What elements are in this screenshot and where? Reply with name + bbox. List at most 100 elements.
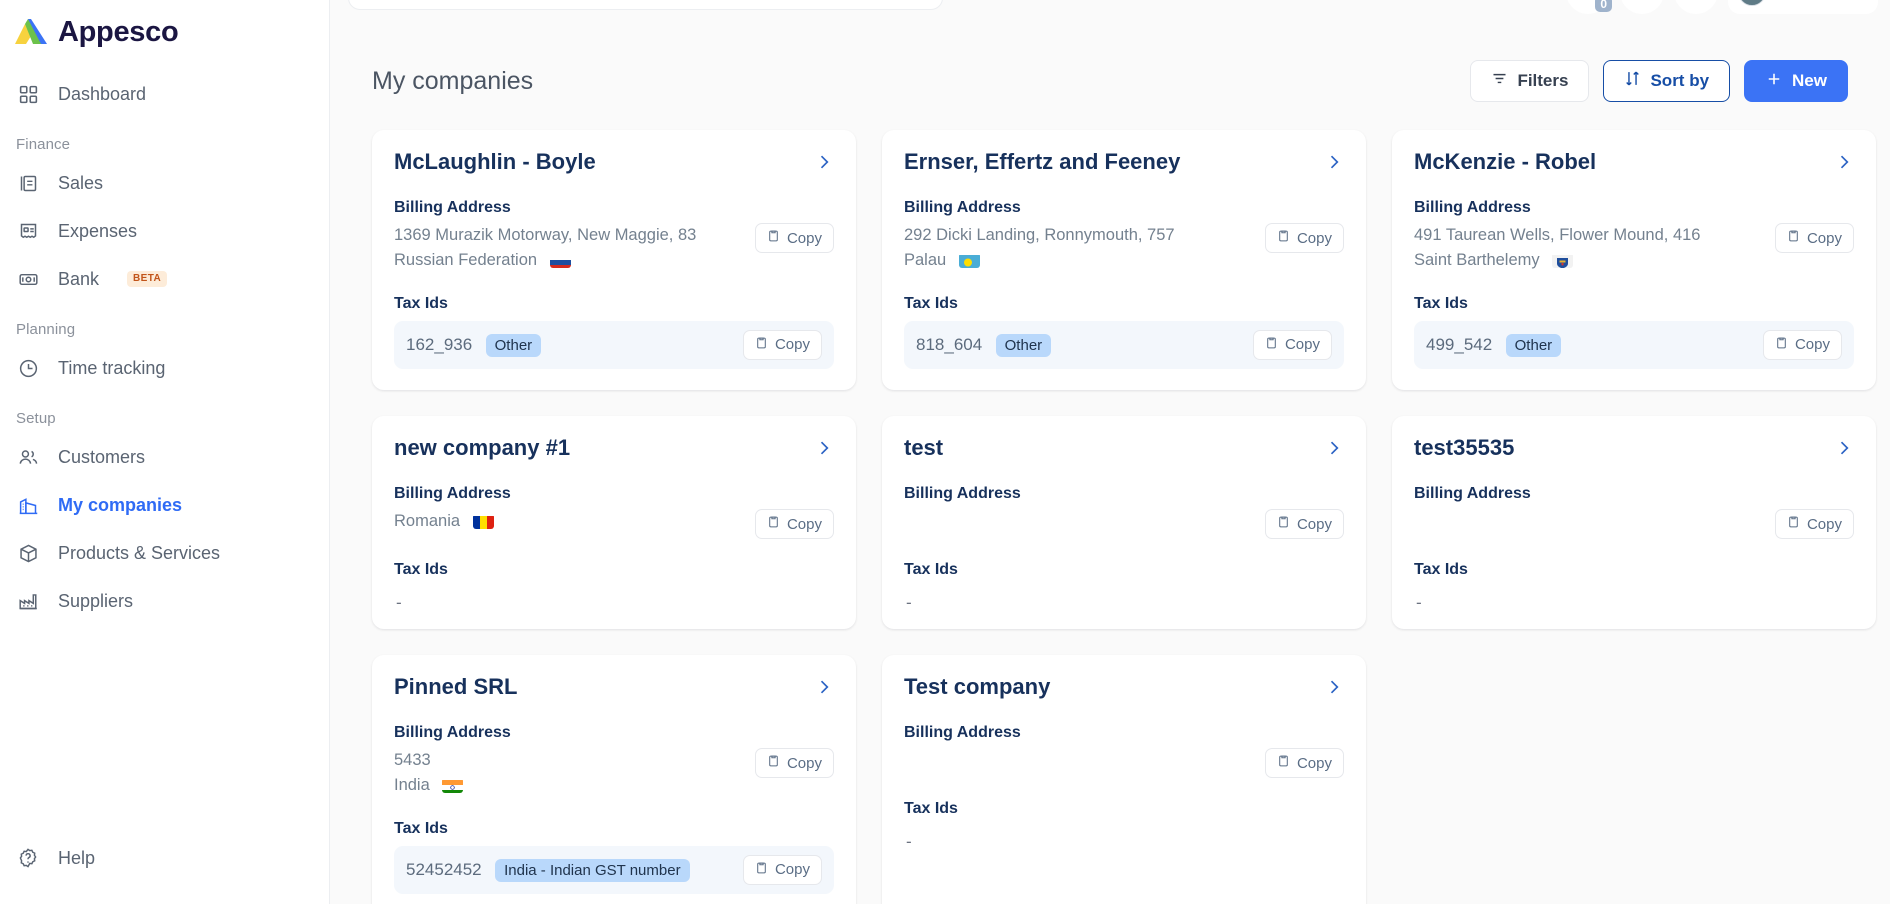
filters-button[interactable]: Filters — [1470, 60, 1590, 102]
company-card[interactable]: new company #1 Billing Address Romania C… — [372, 416, 856, 629]
card-header: Pinned SRL — [394, 673, 834, 702]
brand[interactable]: Appesco — [0, 0, 329, 56]
company-name: McKenzie - Robel — [1414, 149, 1597, 174]
billing-address-row: 5433 India Copy — [394, 748, 834, 798]
tax-id-info: 162_936 Other — [406, 333, 542, 357]
billing-address-row: 491 Taurean Wells, Flower Mound, 416 Sai… — [1414, 223, 1854, 273]
content: My companies Filters Sort by New McLaugh… — [330, 30, 1890, 904]
sidebar-item-label: Help — [58, 847, 96, 868]
tax-type-badge: Other — [995, 333, 1052, 357]
company-card[interactable]: Test company Billing Address Copy Tax Id… — [882, 655, 1366, 904]
banknote-icon — [16, 267, 40, 291]
sidebar-nav: Dashboard Finance Sales Expenses Bank BE… — [0, 56, 329, 625]
billing-address-label: Billing Address — [904, 724, 1021, 741]
sort-by-button[interactable]: Sort by — [1603, 60, 1731, 102]
copy-address-button[interactable]: Copy — [1264, 223, 1344, 253]
sidebar-item-label: Expenses — [58, 220, 138, 241]
sidebar-item-help[interactable]: Help — [0, 834, 329, 882]
card-header: test35535 — [1414, 434, 1854, 463]
sidebar-item-sales[interactable]: Sales — [0, 159, 329, 207]
copy-label: Copy — [786, 515, 822, 533]
brand-name: Appesco — [58, 15, 179, 48]
flag-icon-ru — [549, 253, 571, 268]
company-card[interactable]: Ernser, Effertz and Feeney Billing Addre… — [882, 130, 1366, 390]
tax-ids-label: Tax Ids — [904, 561, 958, 578]
sidebar-item-label: Dashboard — [58, 83, 147, 104]
copy-tax-id-button[interactable]: Copy — [1762, 329, 1842, 360]
copy-tax-id-button[interactable]: Copy — [742, 329, 822, 360]
card-header: McKenzie - Robel — [1414, 148, 1854, 177]
copy-address-button[interactable]: Copy — [1264, 509, 1344, 539]
address-line1: 1369 Murazik Motorway, New Maggie, 83 — [394, 226, 697, 244]
clipboard-icon — [755, 861, 768, 879]
flag-icon-ro — [472, 514, 494, 529]
company-card[interactable]: Pinned SRL Billing Address 5433 India Co… — [372, 655, 856, 904]
address-line1: 5433 — [394, 751, 431, 769]
chevron-right-icon[interactable] — [1324, 434, 1344, 463]
chevron-right-icon[interactable] — [814, 673, 834, 702]
clock-icon — [16, 356, 40, 380]
search-input[interactable] — [348, 0, 943, 10]
sidebar-item-label: Sales — [58, 172, 104, 193]
sidebar-item-bank[interactable]: Bank BETA — [0, 255, 329, 303]
tasks-button[interactable] — [1620, 0, 1664, 14]
main-area: 0 test — [330, 0, 1890, 904]
factory-icon — [16, 589, 40, 613]
company-card[interactable]: test Billing Address Copy Tax Ids - — [882, 416, 1366, 629]
notification-count-badge: 0 — [1595, 0, 1612, 12]
tax-id-value: 818_604 — [916, 334, 983, 354]
new-label: New — [1792, 71, 1827, 90]
sidebar-item-customers[interactable]: Customers — [0, 433, 329, 481]
copy-tax-id-button[interactable]: Copy — [742, 854, 822, 885]
copy-address-button[interactable]: Copy — [754, 748, 834, 778]
company-card[interactable]: McKenzie - Robel Billing Address 491 Tau… — [1392, 130, 1876, 390]
avatar — [1738, 0, 1766, 6]
address-line1: 292 Dicki Landing, Ronnymouth, 757 — [904, 226, 1175, 244]
billing-address-value: 1369 Murazik Motorway, New Maggie, 83 Ru… — [394, 223, 696, 273]
copy-address-button[interactable]: Copy — [1264, 748, 1344, 778]
chevron-right-icon[interactable] — [1834, 434, 1854, 463]
copy-address-button[interactable]: Copy — [1774, 223, 1854, 253]
notifications-button[interactable]: 0 — [1566, 0, 1612, 14]
billing-address-row: Copy — [1414, 509, 1854, 539]
company-name: Test company — [904, 674, 1051, 699]
company-name: McLaughlin - Boyle — [394, 149, 596, 174]
card-header: Test company — [904, 673, 1344, 702]
sidebar-item-suppliers[interactable]: Suppliers — [0, 577, 329, 625]
sidebar-item-dashboard[interactable]: Dashboard — [0, 70, 329, 118]
address-line1: 491 Taurean Wells, Flower Mound, 416 — [1414, 226, 1701, 244]
company-card[interactable]: McLaughlin - Boyle Billing Address 1369 … — [372, 130, 856, 390]
chevron-right-icon[interactable] — [1834, 148, 1854, 177]
tax-id-info: 499_542 Other — [1426, 333, 1562, 357]
collapse-button[interactable] — [1674, 0, 1718, 14]
tax-ids-empty: - — [1416, 593, 1422, 612]
tax-ids-label: Tax Ids — [394, 294, 448, 312]
building-icon — [16, 493, 40, 517]
sidebar-help-wrap: Help — [0, 834, 329, 882]
tax-id-info: 818_604 Other — [916, 333, 1052, 357]
copy-address-button[interactable]: Copy — [754, 509, 834, 539]
chevron-right-icon[interactable] — [1324, 673, 1344, 702]
sidebar-section-planning: Planning — [16, 321, 76, 338]
user-name: test — [1776, 0, 1800, 1]
copy-address-button[interactable]: Copy — [754, 223, 834, 253]
sidebar-item-label: Customers — [58, 446, 146, 467]
company-card[interactable]: test35535 Billing Address Copy Tax Ids - — [1392, 416, 1876, 629]
billing-address-label: Billing Address — [394, 485, 511, 502]
user-menu[interactable]: test — [1728, 0, 1878, 14]
sidebar-item-label: Time tracking — [58, 357, 166, 378]
new-button[interactable]: New — [1744, 60, 1848, 102]
sidebar-item-products-services[interactable]: Products & Services — [0, 529, 329, 577]
copy-tax-id-button[interactable]: Copy — [1252, 329, 1332, 360]
sidebar-item-expenses[interactable]: Expenses — [0, 207, 329, 255]
chevron-right-icon[interactable] — [1324, 148, 1344, 177]
chevron-right-icon[interactable] — [814, 148, 834, 177]
billing-address-label: Billing Address — [904, 485, 1021, 502]
sidebar-item-my-companies[interactable]: My companies — [0, 481, 329, 529]
tax-ids-label: Tax Ids — [1414, 294, 1468, 312]
chevron-right-icon[interactable] — [814, 434, 834, 463]
tax-type-badge: Other — [1505, 333, 1562, 357]
copy-address-button[interactable]: Copy — [1774, 509, 1854, 539]
users-icon — [16, 445, 40, 469]
sidebar-item-time-tracking[interactable]: Time tracking — [0, 344, 329, 392]
